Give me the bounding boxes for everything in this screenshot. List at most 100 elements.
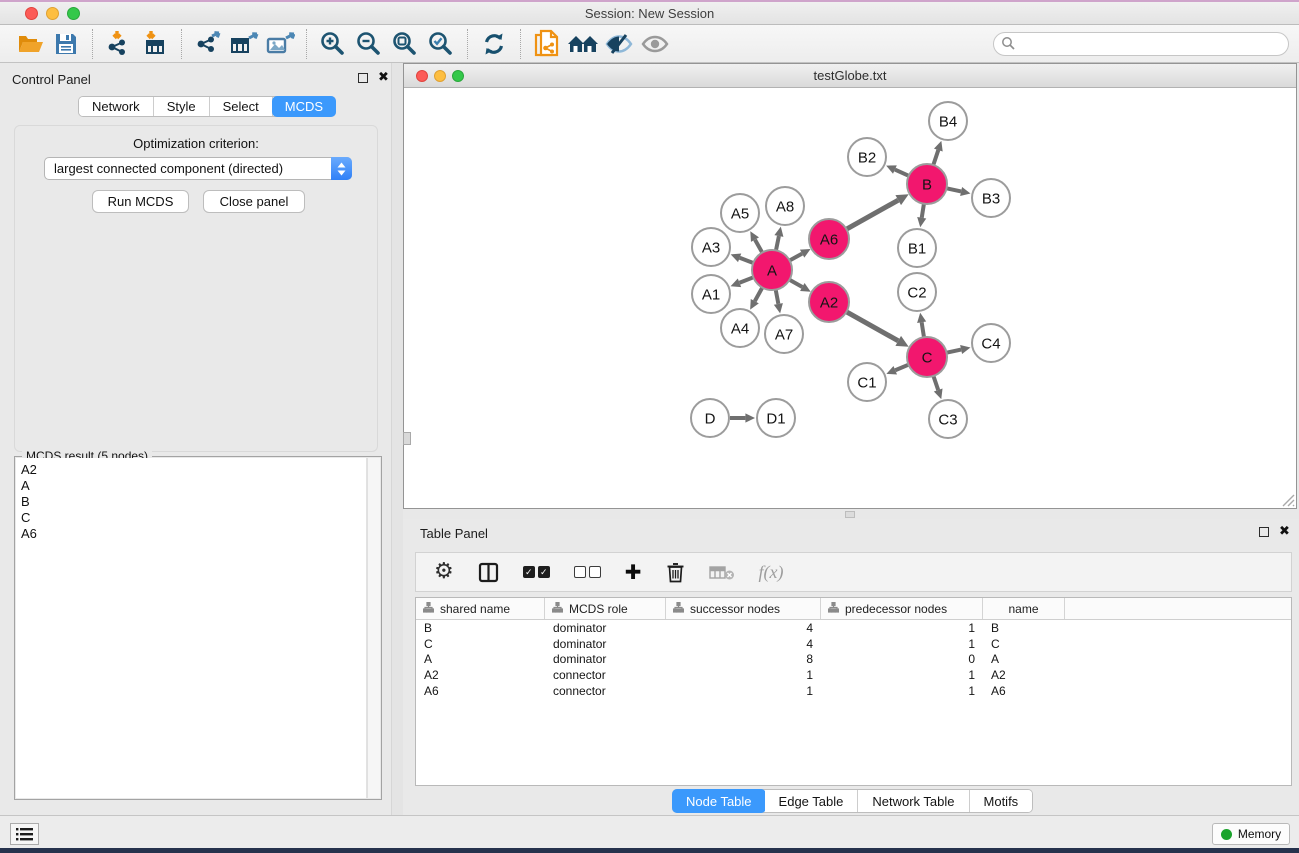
cell-successor-nodes[interactable]: 4 <box>666 637 821 651</box>
cell-name[interactable]: A6 <box>983 684 1065 698</box>
deselect-all-icon[interactable] <box>574 566 601 578</box>
cell-mcds-role[interactable]: connector <box>545 684 666 698</box>
close-panel-icon[interactable]: ✖ <box>378 73 389 83</box>
zoom-fit-icon[interactable] <box>387 27 423 61</box>
graph-node-C1[interactable]: C1 <box>848 363 886 401</box>
mcds-result-item[interactable]: A <box>21 478 366 494</box>
mcds-result-item[interactable]: B <box>21 494 366 510</box>
open-folder-icon[interactable] <box>12 27 48 61</box>
graph-node-B3[interactable]: B3 <box>972 179 1010 217</box>
close-table-panel-icon[interactable]: ✖ <box>1279 527 1290 537</box>
trash-icon[interactable] <box>666 561 685 583</box>
search-input[interactable] <box>1020 34 1288 54</box>
cell-mcds-role[interactable]: dominator <box>545 652 666 666</box>
zoom-in-icon[interactable] <box>315 27 351 61</box>
resize-grip-icon[interactable] <box>1279 491 1295 507</box>
mcds-result-list[interactable]: A2ABCA6 <box>16 458 367 798</box>
task-list-button[interactable] <box>10 823 39 845</box>
graph-node-C3[interactable]: C3 <box>929 400 967 438</box>
cell-successor-nodes[interactable]: 1 <box>666 684 821 698</box>
eye-icon[interactable] <box>637 27 673 61</box>
cell-name[interactable]: C <box>983 637 1065 651</box>
graph-node-A4[interactable]: A4 <box>721 309 759 347</box>
cell-shared-name[interactable]: C <box>416 637 545 651</box>
cell-name[interactable]: B <box>983 621 1065 635</box>
graph-node-A7[interactable]: A7 <box>765 315 803 353</box>
tab-network[interactable]: Network <box>79 97 154 116</box>
cell-predecessor-nodes[interactable]: 1 <box>821 668 983 682</box>
network-graph-canvas[interactable]: A A1 A2 A3 A4 A5 A6 A7 A8 B B1 B2 B3 B4 C C1 C2 C3C4 D D1 <box>406 88 1296 508</box>
graph-node-B4[interactable]: B4 <box>929 102 967 140</box>
refresh-icon[interactable] <box>476 27 512 61</box>
graph-node-A6[interactable]: A6 <box>809 219 849 259</box>
graph-node-B1[interactable]: B1 <box>898 229 936 267</box>
cell-predecessor-nodes[interactable]: 1 <box>821 684 983 698</box>
cell-shared-name[interactable]: A6 <box>416 684 545 698</box>
cell-name[interactable]: A2 <box>983 668 1065 682</box>
cell-successor-nodes[interactable]: 1 <box>666 668 821 682</box>
export-image-icon[interactable] <box>262 27 298 61</box>
table-row[interactable]: Cdominator41C <box>416 636 1291 652</box>
home-icon[interactable] <box>565 27 601 61</box>
float-panel-icon[interactable] <box>358 73 368 83</box>
tab-style[interactable]: Style <box>154 97 210 116</box>
column-header-predecessor-nodes[interactable]: predecessor nodes <box>821 598 983 619</box>
close-panel-button[interactable]: Close panel <box>203 190 305 213</box>
graph-node-C2[interactable]: C2 <box>898 273 936 311</box>
float-table-panel-icon[interactable] <box>1259 527 1269 537</box>
hide-eye-icon[interactable] <box>601 27 637 61</box>
cell-name[interactable]: A <box>983 652 1065 666</box>
splitter-grip[interactable] <box>845 511 855 518</box>
cell-predecessor-nodes[interactable]: 1 <box>821 621 983 635</box>
mcds-result-item[interactable]: A2 <box>21 462 366 478</box>
cell-mcds-role[interactable]: dominator <box>545 637 666 651</box>
split-column-icon[interactable] <box>478 562 499 583</box>
table-row[interactable]: A2connector11A2 <box>416 667 1291 683</box>
graph-node-D[interactable]: D <box>691 399 729 437</box>
graph-node-C4[interactable]: C4 <box>972 324 1010 362</box>
column-header-shared-name[interactable]: shared name <box>416 598 545 619</box>
graph-node-B[interactable]: B <box>907 164 947 204</box>
import-network-icon[interactable] <box>101 27 137 61</box>
graph-node-A2[interactable]: A2 <box>809 282 849 322</box>
graph-node-A[interactable]: A <box>752 250 792 290</box>
graph-node-A5[interactable]: A5 <box>721 194 759 232</box>
export-network-icon[interactable] <box>190 27 226 61</box>
cell-predecessor-nodes[interactable]: 0 <box>821 652 983 666</box>
import-table-icon[interactable] <box>137 27 173 61</box>
tab-mcds[interactable]: MCDS <box>272 96 336 117</box>
memory-button[interactable]: Memory <box>1212 823 1290 845</box>
run-mcds-button[interactable]: Run MCDS <box>92 190 189 213</box>
save-icon[interactable] <box>48 27 84 61</box>
network-window-titlebar[interactable]: testGlobe.txt <box>404 64 1296 88</box>
table-tab-node-table[interactable]: Node Table <box>672 789 766 813</box>
mcds-result-item[interactable]: C <box>21 510 366 526</box>
clone-network-icon[interactable] <box>529 27 565 61</box>
column-header-name[interactable]: name <box>983 598 1065 619</box>
graph-node-A3[interactable]: A3 <box>692 228 730 266</box>
zoom-out-icon[interactable] <box>351 27 387 61</box>
graph-node-C[interactable]: C <box>907 337 947 377</box>
cell-mcds-role[interactable]: dominator <box>545 621 666 635</box>
window-edge-grip[interactable] <box>403 432 411 445</box>
column-header-successor-nodes[interactable]: successor nodes <box>666 598 821 619</box>
cell-mcds-role[interactable]: connector <box>545 668 666 682</box>
select-all-icon[interactable]: ✓✓ <box>523 566 550 578</box>
cell-shared-name[interactable]: B <box>416 621 545 635</box>
graph-node-A8[interactable]: A8 <box>766 187 804 225</box>
add-icon[interactable]: ✚ <box>625 560 642 584</box>
table-row[interactable]: Bdominator41B <box>416 620 1291 636</box>
graph-node-D1[interactable]: D1 <box>757 399 795 437</box>
graph-node-A1[interactable]: A1 <box>692 275 730 313</box>
zoom-selected-icon[interactable] <box>423 27 459 61</box>
column-header-mcds-role[interactable]: MCDS role <box>545 598 666 619</box>
cell-shared-name[interactable]: A <box>416 652 545 666</box>
table-tab-motifs[interactable]: Motifs <box>970 790 1033 812</box>
mcds-result-item[interactable]: A6 <box>21 526 366 542</box>
table-tab-edge-table[interactable]: Edge Table <box>765 790 859 812</box>
gear-icon[interactable]: ⚙ <box>434 562 454 582</box>
graph-node-B2[interactable]: B2 <box>848 138 886 176</box>
tab-select[interactable]: Select <box>210 97 273 116</box>
search-box[interactable] <box>993 32 1289 56</box>
table-row[interactable]: A6connector11A6 <box>416 683 1291 699</box>
